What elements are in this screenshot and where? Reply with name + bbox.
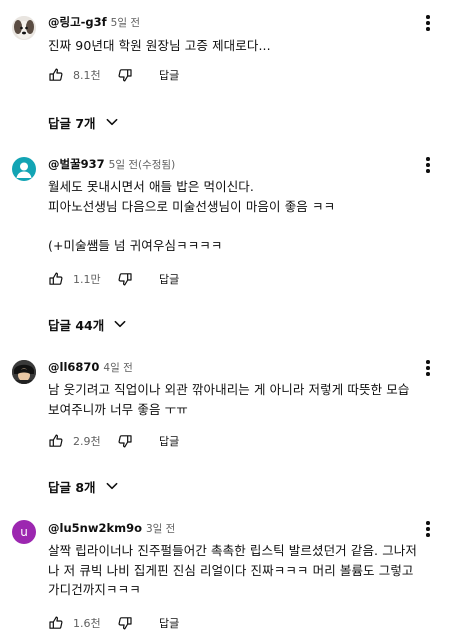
comment-text: 남 웃기려고 직업이나 외관 깎아내리는 게 아니라 저렇게 따뜻한 모습 보여… — [48, 382, 410, 417]
like-count: 2.9천 — [73, 435, 101, 448]
comment-author[interactable]: @링고-g3f — [48, 15, 107, 29]
comment-time[interactable]: 5일 전 — [111, 17, 140, 29]
comment-time[interactable]: 4일 전 — [103, 362, 132, 374]
reply-button[interactable]: 답글 — [159, 271, 179, 287]
thumb-up-icon — [49, 68, 63, 81]
like-count: 8.1천 — [73, 69, 101, 82]
comment-text: 진짜 90년대 학원 원장님 고증 제대로다... — [48, 38, 271, 53]
like-button[interactable] — [48, 615, 64, 631]
view-replies-button[interactable]: 답글 8개 — [48, 474, 119, 498]
like-button[interactable] — [48, 433, 64, 449]
view-replies-button[interactable]: 답글 7개 — [48, 110, 119, 134]
comment-text: 살짝 립라이너나 진주펄들어간 촉촉한 립스틱 발르셨던거 같음. 그나저 나 … — [48, 543, 417, 597]
like-button[interactable] — [48, 271, 64, 287]
comment-time[interactable]: 3일 전 — [146, 523, 175, 535]
more-options-button[interactable] — [420, 518, 436, 540]
dislike-button[interactable] — [117, 67, 133, 83]
reply-button[interactable]: 답글 — [159, 615, 179, 631]
avatar-letter: u — [20, 525, 28, 539]
avatar[interactable] — [12, 16, 36, 40]
replies-count-label: 답글 7개 — [48, 115, 96, 131]
thumb-up-icon — [49, 434, 63, 447]
comment-text: 월세도 못내시면서 애들 밥은 먹이신다. 피아노선생님 다음으로 미술선생님이… — [48, 179, 336, 253]
more-options-button[interactable] — [420, 154, 436, 176]
like-button[interactable] — [48, 67, 64, 83]
comment-author[interactable]: @ll6870 — [48, 360, 99, 374]
view-replies-button[interactable]: 답글 44개 — [48, 312, 127, 336]
like-count: 1.6천 — [73, 617, 101, 630]
kebab-menu-icon — [426, 157, 430, 161]
reply-button[interactable]: 답글 — [159, 433, 179, 449]
kebab-menu-icon — [426, 521, 430, 525]
chevron-down-icon — [106, 482, 117, 490]
avatar-dog-image — [12, 16, 36, 40]
thumb-up-icon — [49, 272, 63, 285]
reply-button[interactable]: 답글 — [159, 67, 179, 83]
kebab-menu-icon — [426, 15, 430, 19]
thumb-down-icon — [118, 435, 132, 448]
like-count: 1.1만 — [73, 273, 101, 286]
more-options-button[interactable] — [420, 12, 436, 34]
avatar[interactable] — [12, 157, 36, 181]
thumb-down-icon — [118, 69, 132, 82]
thumb-up-icon — [49, 616, 63, 629]
replies-count-label: 답글 44개 — [48, 317, 105, 333]
replies-count-label: 답글 8개 — [48, 479, 96, 495]
more-options-button[interactable] — [420, 357, 436, 379]
thumb-down-icon — [118, 273, 132, 286]
avatar-character-image — [12, 360, 36, 384]
thumb-down-icon — [118, 617, 132, 630]
chevron-down-icon — [106, 118, 117, 126]
dislike-button[interactable] — [117, 615, 133, 631]
comment-time[interactable]: 5일 전(수정됨) — [109, 159, 176, 171]
kebab-menu-icon — [426, 360, 430, 364]
default-user-icon — [16, 162, 32, 178]
comment-author[interactable]: @벌꿀937 — [48, 157, 105, 171]
dislike-button[interactable] — [117, 271, 133, 287]
comment-author[interactable]: @lu5nw2km9o — [48, 521, 142, 535]
avatar[interactable]: u — [12, 520, 36, 544]
chevron-down-icon — [114, 320, 126, 328]
dislike-button[interactable] — [117, 433, 133, 449]
avatar[interactable] — [12, 360, 36, 384]
